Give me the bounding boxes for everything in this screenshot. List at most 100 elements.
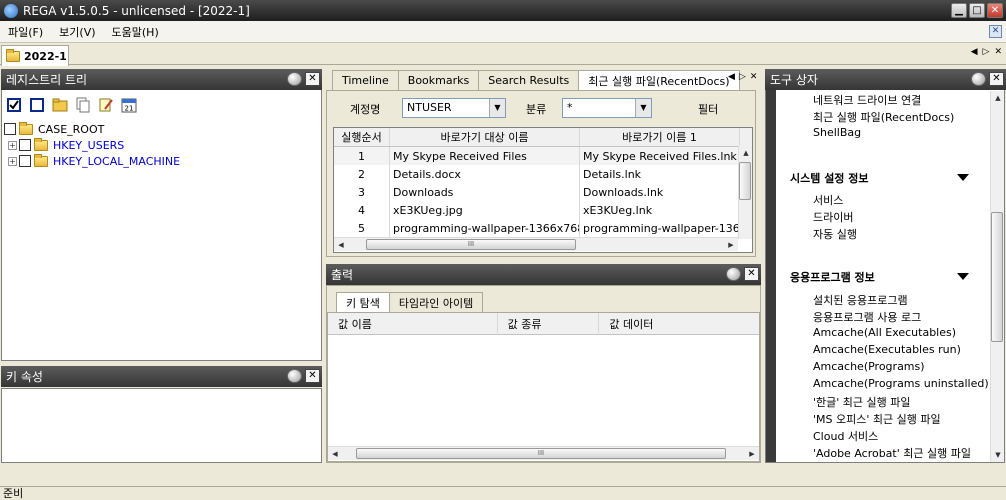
toolbox-vscroll[interactable]: ▲ ▼ [990, 91, 1004, 462]
table-row[interactable]: 3 Downloads Downloads.lnk [334, 183, 752, 201]
toolbox-item[interactable]: Amcache(All Executables) [813, 326, 956, 339]
section-title-apps[interactable]: 응용프로그램 정보 [790, 269, 875, 285]
close-icon[interactable]: ✕ [989, 72, 1004, 86]
output-tabs: 키 탐색 타임라인 아이템 [336, 292, 484, 313]
tab-close-icon[interactable]: ✕ [994, 47, 1002, 57]
toolbox-item[interactable]: 서비스 [813, 192, 843, 208]
toolbox-item[interactable]: 드라이버 [813, 209, 853, 225]
menu-file[interactable]: 파일(F) [0, 24, 51, 40]
tree-node-hkey-local-machine[interactable]: + HKEY_LOCAL_MACHINE [4, 153, 319, 169]
toolbox-item[interactable]: ShellBag [813, 126, 861, 139]
expand-icon[interactable]: + [8, 156, 17, 166]
scroll-right-icon[interactable]: ▶ [745, 447, 759, 461]
expand-icon[interactable]: + [8, 140, 17, 150]
pin-icon[interactable] [287, 72, 302, 86]
chevron-down-icon[interactable]: ▼ [489, 99, 505, 117]
tab-recent-docs[interactable]: 최근 실행 파일(RecentDocs) [578, 70, 740, 91]
toolbox-item[interactable]: 최근 실행 파일(RecentDocs) [813, 109, 954, 125]
close-icon[interactable]: ✕ [305, 369, 320, 383]
registry-tree-title: 레지스트리 트리 [6, 73, 88, 87]
tab-close-icon[interactable]: ✕ [750, 72, 758, 82]
scroll-left-icon[interactable]: ◀ [334, 238, 348, 252]
scroll-thumb[interactable] [739, 162, 751, 200]
toolbox-item[interactable]: Amcache(Executables run) [813, 343, 961, 356]
col-header-value-name[interactable]: 값 이름 [328, 313, 498, 335]
collapse-triangle-icon[interactable] [957, 273, 969, 280]
section-title-system[interactable]: 시스템 설정 정보 [790, 170, 869, 186]
tree-checkbox[interactable] [4, 123, 16, 135]
toolbox-item[interactable]: '한글' 최근 실행 파일 [813, 394, 911, 410]
toolbox-item[interactable]: 응용프로그램 사용 로그 [813, 309, 921, 325]
scroll-thumb[interactable] [991, 212, 1003, 342]
key-props-header: 키 속성 ✕ [1, 366, 322, 387]
toolbox-item[interactable]: 설치된 응용프로그램 [813, 292, 908, 308]
tab-timeline-items[interactable]: 타임라인 아이템 [388, 292, 484, 312]
account-select[interactable]: NTUSER ▼ [402, 98, 506, 118]
tree-checkbox[interactable] [19, 139, 31, 151]
table-row[interactable]: 5programming-wallpaper-1366x768.jpgprogr… [334, 219, 752, 237]
menu-help[interactable]: 도움말(H) [104, 24, 167, 40]
toolbox-item[interactable]: Amcache(Programs) [813, 360, 925, 373]
tab-right-icon[interactable]: ▷ [739, 72, 746, 82]
scroll-down-icon[interactable]: ▼ [991, 448, 1005, 462]
scroll-thumb[interactable]: III [366, 239, 576, 250]
scroll-up-icon[interactable]: ▲ [991, 91, 1005, 105]
grid-vscroll[interactable]: ▲ [738, 146, 752, 239]
col-header-order[interactable]: 실행순서 [334, 128, 390, 146]
app-window: REGA v1.5.0.5 - unlicensed - [2022-1] ▁ … [0, 0, 1006, 500]
toolbox-item[interactable]: Amcache(Programs uninstalled) [813, 377, 989, 390]
col-header-link[interactable]: 바로가기 이름 1 [580, 128, 740, 146]
tab-timeline[interactable]: Timeline [332, 70, 399, 90]
table-row[interactable]: 2 Details.docx Details.lnk [334, 165, 752, 183]
output-hscroll[interactable]: ◀ III ▶ [328, 446, 759, 460]
check-all-icon[interactable] [6, 97, 22, 113]
tab-scroll-left-icon[interactable]: ◀ [971, 47, 978, 57]
edit-note-icon[interactable] [98, 97, 114, 113]
open-folder-icon[interactable] [52, 97, 68, 113]
col-header-value-type[interactable]: 값 종류 [498, 313, 600, 335]
minimize-button[interactable]: ▁ [951, 3, 967, 18]
tree-node-hkey-users[interactable]: + HKEY_USERS [4, 137, 319, 153]
tab-search-results[interactable]: Search Results [478, 70, 580, 90]
col-header-value-data[interactable]: 값 데이터 [599, 313, 759, 335]
collapse-triangle-icon[interactable] [957, 174, 969, 181]
tree-checkbox[interactable] [19, 155, 31, 167]
tab-bookmarks[interactable]: Bookmarks [397, 70, 480, 90]
scroll-thumb[interactable]: III [356, 448, 726, 459]
maximize-button[interactable]: □ [969, 3, 985, 18]
copy-icon[interactable] [75, 97, 91, 113]
filter-label: 필터 [698, 103, 719, 116]
table-row[interactable]: 4 xE3KUeg.jpg xE3KUeg.lnk [334, 201, 752, 219]
tab-key-browse[interactable]: 키 탐색 [336, 292, 390, 313]
pin-icon[interactable] [726, 267, 741, 281]
close-icon[interactable]: ✕ [305, 72, 320, 86]
chevron-down-icon[interactable]: ▼ [635, 99, 651, 117]
folder-icon [6, 48, 20, 62]
tree-node-case-root[interactable]: CASE_ROOT [4, 121, 319, 137]
col-header-target[interactable]: 바로가기 대상 이름 [390, 128, 580, 146]
toolbox-item[interactable]: 'Adobe Acrobat' 최근 실행 파일 [813, 445, 971, 461]
document-tab[interactable]: 2022-1 [1, 45, 69, 66]
close-button[interactable]: ✕ [987, 3, 1003, 18]
tree-node-label: CASE_ROOT [38, 122, 105, 136]
account-label: 계정명 [350, 103, 381, 116]
toolbox-item[interactable]: 네트워크 드라이브 연결 [813, 92, 921, 108]
scroll-up-icon[interactable]: ▲ [739, 146, 753, 160]
table-row[interactable]: 1 My Skype Received Files My Skype Receive… [334, 147, 752, 165]
pin-icon[interactable] [971, 72, 986, 86]
grid-hscroll[interactable]: ◀ III ▶ [334, 237, 738, 251]
scroll-left-icon[interactable]: ◀ [328, 447, 342, 461]
uncheck-all-icon[interactable] [29, 97, 45, 113]
toolbox-item[interactable]: 'MS 오피스' 최근 실행 파일 [813, 411, 941, 427]
mdi-close-icon[interactable]: ✕ [989, 25, 1002, 38]
scroll-right-icon[interactable]: ▶ [724, 238, 738, 252]
calendar-icon[interactable]: 21 [121, 97, 137, 113]
menu-view[interactable]: 보기(V) [51, 24, 103, 40]
category-select[interactable]: * ▼ [562, 98, 652, 118]
tab-scroll-right-icon[interactable]: ▷ [983, 47, 990, 57]
pin-icon[interactable] [287, 369, 302, 383]
toolbox-item[interactable]: 자동 실행 [813, 226, 857, 242]
toolbox-item[interactable]: Cloud 서비스 [813, 428, 878, 444]
close-icon[interactable]: ✕ [744, 267, 759, 281]
tab-left-icon[interactable]: ◀ [728, 72, 735, 82]
